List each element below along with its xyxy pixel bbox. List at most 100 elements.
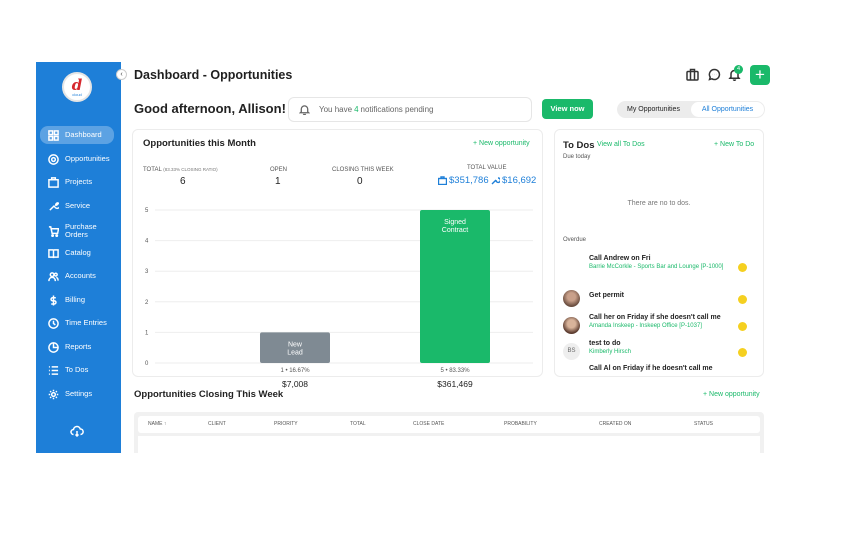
sidebar-item-label: Projects [65, 177, 93, 186]
logo-text: cloud [72, 91, 82, 97]
sidebar-item-service[interactable]: Service [40, 197, 114, 215]
todo-title: Call her on Friday if she doesn't call m… [589, 314, 721, 321]
opportunities-view-toggle: My Opportunities All Opportunities [617, 101, 765, 118]
todo-item[interactable]: Call her on Friday if she doesn't call m… [563, 314, 755, 340]
bar-category-label: Signed [444, 219, 466, 226]
overdue-label: Overdue [563, 237, 587, 243]
todos-card: To Dos View all To Dos + New To Do Due t… [554, 129, 764, 377]
column-header-priority[interactable]: PRIORITY [274, 421, 298, 427]
todo-subtitle[interactable]: Barrie McCorkle - Sports Bar and Lounge … [589, 264, 729, 271]
collapse-sidebar-button[interactable]: ‹ [116, 69, 127, 80]
todo-item[interactable]: Get permit [563, 287, 755, 313]
sidebar-item-reports[interactable]: Reports [40, 338, 114, 356]
chart-icon [47, 341, 59, 353]
column-header-total[interactable]: TOTAL [350, 421, 366, 427]
todo-title: test to do [589, 340, 621, 347]
sidebar-item-label: Accounts [65, 271, 96, 280]
logo-mark: d [71, 75, 83, 94]
opportunities-card: Opportunities this Month + New opportuni… [132, 129, 543, 389]
todo-subtitle[interactable]: Amanda Inskeep - Inskeep Office [P-1037] [589, 323, 729, 330]
column-header-probability[interactable]: PROBABILITY [504, 421, 537, 427]
todo-status-dot [738, 263, 747, 272]
sidebar-item-label: Settings [65, 389, 93, 398]
sidebar-item-settings[interactable]: Settings [40, 385, 114, 403]
app-window: d cloud Dashboard Opportunities Projects… [36, 62, 776, 453]
sidebar-item-label: Catalog [65, 248, 91, 257]
y-tick-label: 0 [145, 361, 149, 367]
wrench-icon [47, 200, 59, 212]
todo-status-dot [738, 348, 747, 357]
sidebar-item-projects[interactable]: Projects [40, 173, 114, 191]
todos-title: To Dos [563, 140, 595, 151]
sidebar-item-label: Time Entries [65, 318, 107, 327]
y-tick-label: 5 [145, 208, 149, 214]
todo-item[interactable]: BS test to do Kimberly Hirsch [563, 340, 755, 366]
sidebar-item-dashboard[interactable]: Dashboard [40, 126, 114, 144]
dollar-icon [47, 294, 59, 306]
todo-subtitle[interactable]: Kimberly Hirsch [589, 349, 729, 356]
column-header-close-date[interactable]: CLOSE DATE [413, 421, 444, 427]
todo-item[interactable]: Call Andrew on Fri Barrie McCorkle - Spo… [563, 255, 755, 281]
avatar [563, 290, 580, 307]
view-all-todos-link[interactable]: View all To Dos [597, 141, 645, 148]
chat-icon[interactable] [708, 68, 721, 81]
briefcase-icon [47, 176, 59, 188]
cart-icon [47, 225, 59, 237]
sidebar-item-accounts[interactable]: Accounts [40, 267, 114, 285]
todo-title: Call Al on Friday if he doesn't call me [589, 365, 713, 372]
notification-badge: 4 [734, 65, 743, 74]
sidebar-item-label: Opportunities [65, 154, 110, 163]
bar-category-label: Contract [442, 227, 469, 234]
column-header-name[interactable]: NAME ↑ [148, 421, 166, 427]
bar-amount: $361,469 [437, 379, 473, 389]
sidebar-item-todos[interactable]: To Dos [40, 361, 114, 379]
due-today-label: Due today [563, 154, 591, 160]
target-icon [47, 153, 59, 165]
sidebar-item-label: Dashboard [65, 130, 102, 139]
bar-amount: $7,008 [282, 379, 308, 389]
greeting: Good afternoon, Allison! [134, 101, 286, 116]
closing-week-table: NAME ↑ CLIENT PRIORITY TOTAL CLOSE DATE … [134, 412, 764, 453]
todo-item[interactable]: Call Al on Friday if he doesn't call me [563, 365, 755, 376]
bar-category-label: New [288, 341, 303, 348]
y-tick-label: 1 [145, 330, 149, 336]
dashboard-icon [47, 129, 59, 141]
list-icon [47, 364, 59, 376]
sidebar-item-billing[interactable]: Billing [40, 291, 114, 309]
y-tick-label: 2 [145, 300, 149, 306]
sidebar-item-opportunities[interactable]: Opportunities [40, 150, 114, 168]
add-button[interactable]: + [750, 65, 770, 85]
cloud-sync-icon[interactable] [70, 424, 84, 438]
column-header-status[interactable]: STATUS [694, 421, 713, 427]
clock-icon [47, 317, 59, 329]
briefcase-icon[interactable] [686, 68, 699, 81]
sidebar-item-label: Service [65, 201, 91, 210]
bar-note: 5 • 83.33% [440, 368, 470, 374]
column-header-created-on[interactable]: CREATED ON [599, 421, 631, 427]
notification-prefix: You have [319, 105, 353, 114]
toggle-my-opportunities[interactable]: My Opportunities [617, 102, 690, 117]
page-title: Dashboard - Opportunities [134, 68, 293, 82]
sidebar: d cloud Dashboard Opportunities Projects… [36, 62, 121, 453]
column-name-label: NAME [148, 421, 163, 427]
app-logo[interactable]: d cloud [62, 72, 92, 102]
view-now-button[interactable]: View now [542, 99, 593, 119]
sidebar-item-time-entries[interactable]: Time Entries [40, 314, 114, 332]
new-todo-link[interactable]: + New To Do [714, 141, 754, 148]
todo-status-dot [738, 295, 747, 304]
todo-title: Call Andrew on Fri [589, 255, 651, 262]
avatar [563, 317, 580, 334]
book-icon [47, 247, 59, 259]
todo-status-dot [738, 322, 747, 331]
sidebar-item-purchase-orders[interactable]: Purchase Orders [40, 220, 114, 242]
notification-bar: You have 4 notifications pending [288, 97, 532, 122]
new-opportunity-link[interactable]: + New opportunity [703, 391, 760, 398]
sidebar-item-label: Billing [65, 295, 86, 304]
toggle-all-opportunities[interactable]: All Opportunities [691, 102, 764, 117]
table-header: NAME ↑ CLIENT PRIORITY TOTAL CLOSE DATE … [138, 416, 760, 433]
column-header-client[interactable]: CLIENT [208, 421, 226, 427]
empty-todos-message: There are no to dos. [627, 200, 691, 207]
notification-suffix: notifications pending [360, 105, 434, 114]
avatar: BS [563, 343, 580, 360]
sidebar-item-catalog[interactable]: Catalog [40, 244, 114, 262]
